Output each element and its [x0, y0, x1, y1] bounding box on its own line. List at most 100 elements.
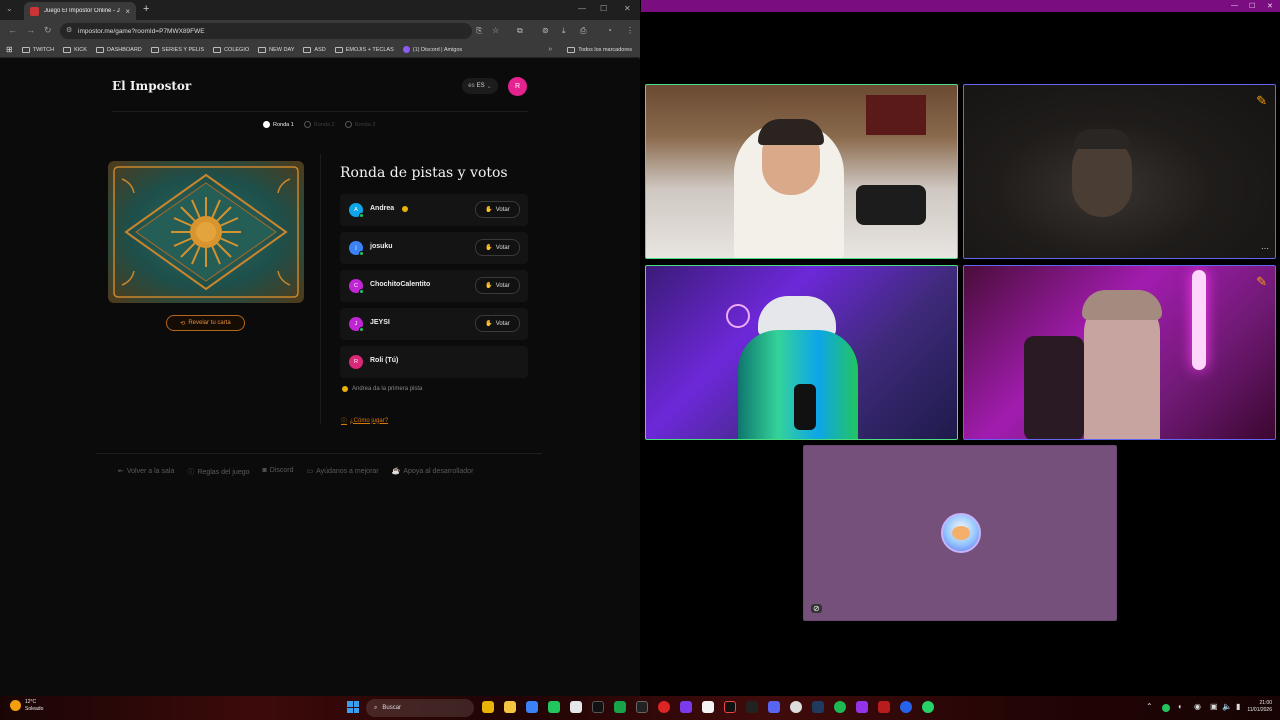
url-field[interactable]: ⚙ impostor.me/game?roomId=P7MWX89FWE: [60, 23, 472, 39]
tiktok-icon[interactable]: [724, 701, 736, 713]
footer-links: ⇤ Volver a la sala ⓘ Reglas del juego ◙ Dis…: [118, 467, 473, 477]
player-row: J JEYSI ✋ Votar: [340, 308, 528, 340]
hand-icon: ✋: [485, 245, 493, 251]
vote-button[interactable]: ✋ Votar: [475, 277, 520, 294]
chevron-up-icon[interactable]: ⌃: [1146, 702, 1153, 711]
chevron-right-icon[interactable]: »: [548, 46, 552, 53]
maximize-icon[interactable]: ☐: [1249, 2, 1255, 10]
video-tile[interactable]: [645, 265, 958, 440]
tab-favicon-icon: [30, 6, 39, 16]
reveal-card-button[interactable]: ⟲ Revelar tu carta: [166, 315, 245, 331]
player-name: Roli (Tú): [370, 357, 399, 364]
battery-icon[interactable]: ▮: [1236, 702, 1240, 711]
participant-cap: [1074, 129, 1130, 149]
windows-start-icon[interactable]: [347, 701, 359, 713]
notes-app-icon[interactable]: [482, 701, 494, 713]
profile-icon[interactable]: ◔: [607, 26, 612, 35]
bookmark-folder[interactable]: TWITCH: [21, 46, 54, 53]
tray-app-icon[interactable]: ◉: [1194, 702, 1201, 711]
app-icon[interactable]: [680, 701, 692, 713]
bookmark-folder[interactable]: COLEGIO: [213, 46, 249, 53]
back-to-room-link[interactable]: ⇤ Volver a la sala: [118, 467, 174, 477]
volume-icon[interactable]: 🔈: [1222, 702, 1232, 711]
tray-app-icon[interactable]: ◐: [1178, 702, 1183, 711]
app-icon[interactable]: [592, 701, 604, 713]
app-icon[interactable]: [570, 701, 582, 713]
video-tile-avatar[interactable]: ⊘: [803, 445, 1117, 621]
tray-app-icon[interactable]: [1162, 704, 1170, 712]
close-window-icon[interactable]: ✕: [1267, 2, 1273, 10]
close-window-icon[interactable]: ✕: [624, 4, 631, 13]
app-icon[interactable]: [878, 701, 890, 713]
bookmark-folder[interactable]: EMOJIS + TECLAS: [334, 46, 394, 53]
discord-link[interactable]: ◙ Discord: [263, 467, 294, 477]
minimize-icon[interactable]: —: [578, 4, 586, 13]
all-bookmarks[interactable]: » Todos los marcadores: [548, 46, 632, 53]
bookmark-folder[interactable]: ASD: [303, 46, 326, 53]
back-icon[interactable]: ←: [8, 25, 17, 35]
sheets-app-icon[interactable]: [548, 701, 560, 713]
bookmark-folder[interactable]: NEW DAY: [258, 46, 294, 53]
video-tile[interactable]: ✎: [963, 265, 1276, 440]
system-clock[interactable]: 21:00 11/01/2026: [1247, 700, 1272, 714]
secret-card[interactable]: [108, 161, 304, 303]
browser-tab[interactable]: Juego El Impostor Online - Jug ×: [24, 2, 136, 20]
vpn-icon[interactable]: ⊚: [542, 26, 549, 35]
app-icon[interactable]: [900, 701, 912, 713]
close-tab-icon[interactable]: ×: [125, 7, 130, 16]
app-icon[interactable]: [526, 701, 538, 713]
how-to-play-link[interactable]: ⓘ ¿Cómo jugar?: [341, 416, 388, 426]
network-icon[interactable]: ▣: [1210, 702, 1218, 711]
opera-icon[interactable]: [658, 701, 670, 713]
vote-button[interactable]: ✋ Votar: [475, 315, 520, 332]
new-tab-icon[interactable]: +: [143, 3, 149, 15]
online-indicator-icon: [359, 213, 364, 218]
app-icon[interactable]: [636, 701, 648, 713]
bookmark-folder[interactable]: DASHBOARD: [95, 46, 142, 53]
vote-button[interactable]: ✋ Votar: [475, 239, 520, 256]
brand-title[interactable]: El Impostor: [112, 79, 191, 93]
capcut-icon[interactable]: [746, 701, 758, 713]
bookmark-star-icon[interactable]: ☆: [492, 26, 499, 35]
menu-icon[interactable]: ⋮: [626, 26, 634, 35]
bookmark-discord[interactable]: (1) Discord | Amigos: [402, 46, 462, 53]
reload-icon[interactable]: ↻: [44, 25, 52, 36]
tab-search-icon[interactable]: ⌄: [6, 4, 13, 13]
video-tile[interactable]: ✎ ⋯: [963, 84, 1276, 259]
install-icon[interactable]: ⎘: [476, 26, 482, 36]
video-tile[interactable]: [645, 84, 958, 259]
support-dev-link[interactable]: ☕ Apoya al desarrollador: [392, 467, 474, 477]
weather-widget[interactable]: 12°C Soleado: [10, 699, 43, 712]
bookmark-folder[interactable]: KICK: [63, 46, 87, 53]
pencil-icon: ✎: [1256, 93, 1267, 108]
bookmark-folder[interactable]: SERIES Y PELIS: [150, 46, 204, 53]
vote-button[interactable]: ✋ Votar: [475, 201, 520, 218]
feedback-link[interactable]: ▭ Ayúdanos a mejorar: [306, 467, 378, 477]
spotify-icon[interactable]: [834, 701, 846, 713]
apps-icon[interactable]: ⊞: [6, 45, 13, 54]
user-avatar[interactable]: R: [508, 77, 527, 96]
minimize-icon[interactable]: —: [1231, 2, 1238, 9]
folder-icon: [95, 46, 104, 53]
more-options-icon[interactable]: ⋯: [1261, 244, 1269, 253]
chrome-icon[interactable]: [790, 701, 802, 713]
nvidia-icon[interactable]: [614, 701, 626, 713]
divider: [320, 154, 321, 424]
taskbar-search[interactable]: ⌕ Buscar: [366, 699, 474, 717]
steam-icon[interactable]: [812, 701, 824, 713]
whatsapp-icon[interactable]: [922, 701, 934, 713]
maximize-icon[interactable]: ☐: [600, 4, 607, 13]
file-explorer-icon[interactable]: [504, 701, 516, 713]
app-icon[interactable]: [856, 701, 868, 713]
folder-icon: [63, 46, 72, 53]
download-icon[interactable]: ⤓: [562, 26, 566, 36]
printer-icon[interactable]: ⎙: [580, 26, 586, 36]
forward-icon[interactable]: →: [26, 25, 35, 35]
language-selector[interactable]: es ES ⌄: [462, 78, 498, 94]
sun-card-art: [113, 166, 299, 298]
rules-link[interactable]: ⓘ Reglas del juego: [187, 467, 249, 477]
discord-icon[interactable]: [768, 701, 780, 713]
site-info-icon[interactable]: ⚙: [66, 26, 72, 34]
app-icon[interactable]: [702, 701, 714, 713]
extensions-icon[interactable]: ⧉: [517, 26, 523, 36]
